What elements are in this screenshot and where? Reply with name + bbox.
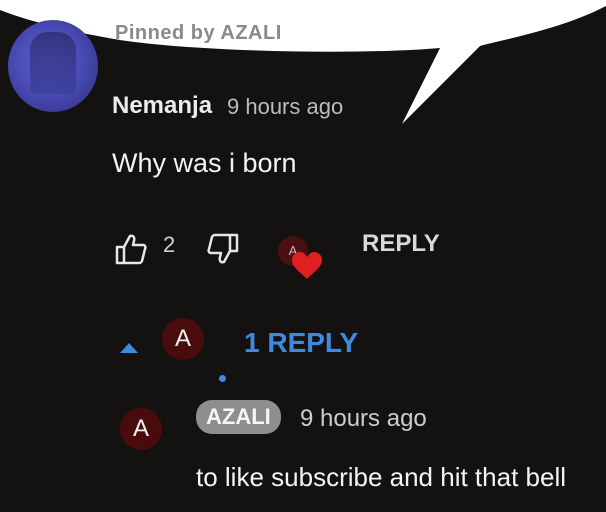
reply-button[interactable]: REPLY bbox=[362, 230, 440, 258]
avatar[interactable] bbox=[8, 20, 98, 112]
replier-avatar[interactable]: A bbox=[162, 318, 204, 360]
reply-text: to like subscribe and hit that bell bbox=[196, 462, 566, 492]
comment-author[interactable]: Nemanja bbox=[112, 92, 212, 120]
new-reply-dot bbox=[219, 375, 226, 382]
like-count: 2 bbox=[163, 232, 176, 257]
reply-avatar[interactable]: A bbox=[120, 408, 162, 450]
caret-up-icon[interactable] bbox=[118, 341, 140, 355]
thumbs-down-icon[interactable] bbox=[206, 233, 240, 265]
view-replies-toggle[interactable]: 1 REPLY bbox=[244, 327, 358, 359]
reply-timestamp[interactable]: 9 hours ago bbox=[300, 405, 427, 433]
comment-timestamp[interactable]: 9 hours ago bbox=[227, 94, 343, 120]
thumbs-up-icon[interactable] bbox=[114, 233, 148, 265]
pinned-label: Pinned by AZALI bbox=[115, 22, 282, 44]
reply-author-badge[interactable]: AZALI bbox=[196, 400, 281, 434]
comment-text: Why was i born bbox=[112, 148, 297, 178]
heart-icon bbox=[292, 252, 322, 279]
